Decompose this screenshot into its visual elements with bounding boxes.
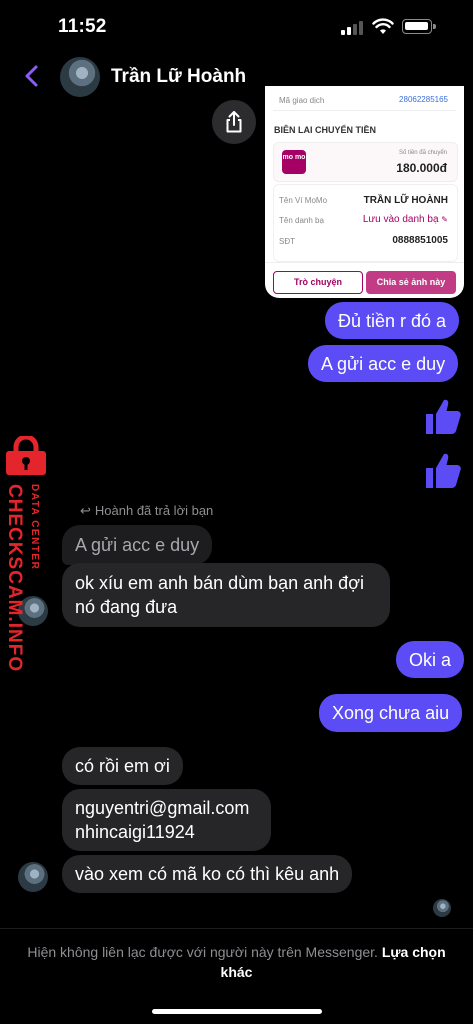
watermark-sub-text: DATA CENTER: [29, 484, 40, 571]
back-chevron-icon[interactable]: [22, 64, 42, 88]
reply-arrow-icon: ↩: [80, 503, 91, 518]
contact-name[interactable]: Trần Lữ Hoành: [111, 66, 246, 88]
wallet-value: TRẦN LỮ HOÀNH: [363, 195, 448, 206]
reply-note: ↩ Hoành đã trả lời bạn: [80, 503, 213, 519]
receipt-amount: 180.000đ: [396, 161, 447, 175]
message-incoming[interactable]: có rồi em ơi: [62, 747, 183, 785]
receipt-ref-value: 28062285165: [399, 95, 448, 104]
message-outgoing[interactable]: Oki a: [396, 641, 465, 678]
receipt-amount-label: Số tiền đã chuyển: [398, 150, 447, 156]
receipt-image[interactable]: Mã giao dịch 28062285165 BIÊN LAI CHUYỂN…: [265, 86, 464, 298]
read-receipt-avatar: [433, 899, 451, 917]
receipt-share-button[interactable]: Chia sẻ ảnh này: [366, 271, 456, 294]
phone-label: SĐT: [279, 237, 295, 246]
edit-icon: ✎: [441, 215, 448, 224]
message-outgoing[interactable]: Đủ tiền r đó a: [325, 302, 460, 339]
receipt-heading: BIÊN LAI CHUYỂN TIỀN: [274, 125, 377, 135]
sender-avatar[interactable]: [18, 862, 48, 892]
wifi-icon: [372, 18, 394, 34]
watermark: CHECKSCAM.INFO DATA CENTER: [0, 436, 52, 672]
message-outgoing[interactable]: Xong chưa aiu: [319, 694, 463, 732]
quoted-message[interactable]: A gửi acc e duy: [62, 525, 213, 565]
message-incoming[interactable]: nguyentri@gmail.com nhincaigi11924: [62, 789, 271, 851]
lock-icon: [6, 436, 46, 475]
receipt-chat-button[interactable]: Trò chuyện: [273, 271, 363, 294]
battery-icon: [402, 19, 436, 34]
status-time: 11:52: [58, 16, 107, 37]
reply-note-text: Hoành đã trả lời bạn: [94, 503, 214, 518]
message-line: nó đang đưa: [75, 597, 178, 617]
momo-logo: mo mo: [282, 150, 306, 174]
share-button[interactable]: [212, 100, 256, 144]
message-incoming[interactable]: ok xíu em anh bán dùm bạn anh đợi nó đan…: [62, 563, 390, 627]
signal-icon: [341, 21, 365, 35]
save-contact-link[interactable]: Lưu vào danh bạ ✎: [363, 214, 448, 225]
share-icon: [226, 111, 242, 133]
home-indicator[interactable]: [152, 1009, 322, 1014]
watermark-main-text: CHECKSCAM.INFO: [4, 484, 25, 673]
phone-value: 0888851005: [392, 235, 448, 246]
message-line: nguyentri@gmail.com: [75, 798, 250, 818]
thumbs-up-icon[interactable]: [422, 396, 464, 438]
message-line: nhincaigi11924: [75, 822, 195, 842]
unavailable-notice: Hiện không liên lạc được với người này t…: [20, 942, 453, 982]
message-outgoing[interactable]: A gửi acc e duy: [308, 345, 459, 382]
message-line: ok xíu em anh bán dùm bạn anh đợi: [75, 573, 364, 593]
contact-avatar[interactable]: [60, 57, 100, 97]
receipt-ref-label: Mã giao dịch: [279, 96, 325, 105]
divider: [0, 928, 473, 929]
save-contact-text: Lưu vào danh bạ: [362, 214, 439, 225]
unavailable-text: Hiện không liên lạc được với người này t…: [27, 944, 378, 960]
wallet-label: Tên Ví MoMo: [279, 196, 328, 205]
contacts-label: Tên danh bạ: [279, 216, 324, 225]
thumbs-up-icon[interactable]: [422, 450, 464, 492]
message-incoming[interactable]: vào xem có mã ko có thì kêu anh: [62, 855, 353, 893]
